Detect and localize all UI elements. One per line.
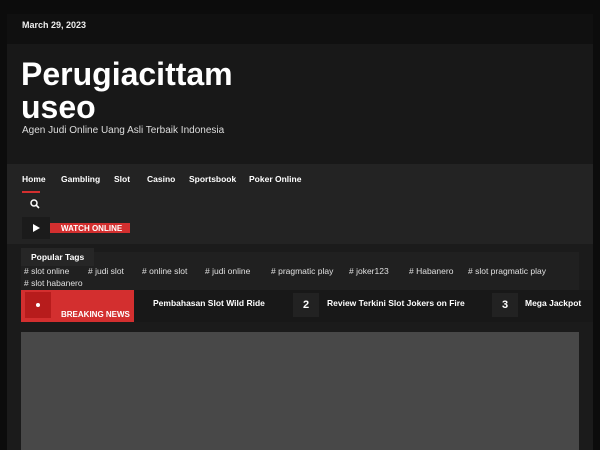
breaking-news-item-title[interactable]: Review Terkini Slot Jokers on Fire [327,298,465,308]
tag-link[interactable]: # online slot [142,266,187,276]
featured-image-area[interactable] [21,332,579,450]
nav-item-slot[interactable]: Slot [114,174,130,184]
search-icon [30,199,40,209]
nav-item-poker-online[interactable]: Poker Online [249,174,301,184]
main-navigation: Home Gambling Slot Casino Sportsbook Pok… [7,164,593,244]
site-tagline: Agen Judi Online Uang Asli Terbaik Indon… [22,125,225,136]
tag-link[interactable]: # Habanero [409,266,453,276]
breaking-news-icon-box [25,292,51,318]
popular-tags-title: Popular Tags [21,248,95,266]
site-title[interactable]: Perugiacittamuseo [21,58,251,124]
breaking-news-ticker: BREAKING NEWS Pembahasan Slot Wild Ride … [21,290,593,322]
nav-item-casino[interactable]: Casino [147,174,175,184]
current-date: March 29, 2023 [22,20,87,30]
site-header: Perugiacittamuseo Agen Judi Online Uang … [7,44,593,164]
nav-item-sportsbook[interactable]: Sportsbook [189,174,236,184]
page-wrapper: March 29, 2023 Perugiacittamuseo Agen Ju… [7,14,593,450]
tag-link[interactable]: # pragmatic play [271,266,333,276]
breaking-news-item-number: 3 [492,293,518,317]
breaking-news-item-number: 2 [293,293,319,317]
tag-link[interactable]: # slot habanero [24,278,83,288]
watch-online-label: WATCH ONLINE [61,224,123,233]
breaking-news-item-title[interactable]: Mega Jackpot [525,298,581,308]
tag-link[interactable]: # judi online [205,266,250,276]
tag-link[interactable]: # slot online [24,266,69,276]
nav-item-home[interactable]: Home [22,174,46,184]
dot-icon [36,303,40,307]
watch-online-button[interactable]: WATCH ONLINE [22,217,130,239]
tag-link[interactable]: # joker123 [349,266,389,276]
active-nav-indicator [22,191,40,193]
play-icon [22,217,50,239]
breaking-news-label: BREAKING NEWS [61,310,130,319]
top-bar: March 29, 2023 [7,14,593,44]
nav-item-gambling[interactable]: Gambling [61,174,100,184]
breaking-news-item-title[interactable]: Pembahasan Slot Wild Ride [153,298,265,308]
tag-link[interactable]: # slot pragmatic play [468,266,546,276]
tag-link[interactable]: # judi slot [88,266,124,276]
breaking-news-badge: BREAKING NEWS [21,290,134,322]
search-button[interactable] [22,194,48,214]
